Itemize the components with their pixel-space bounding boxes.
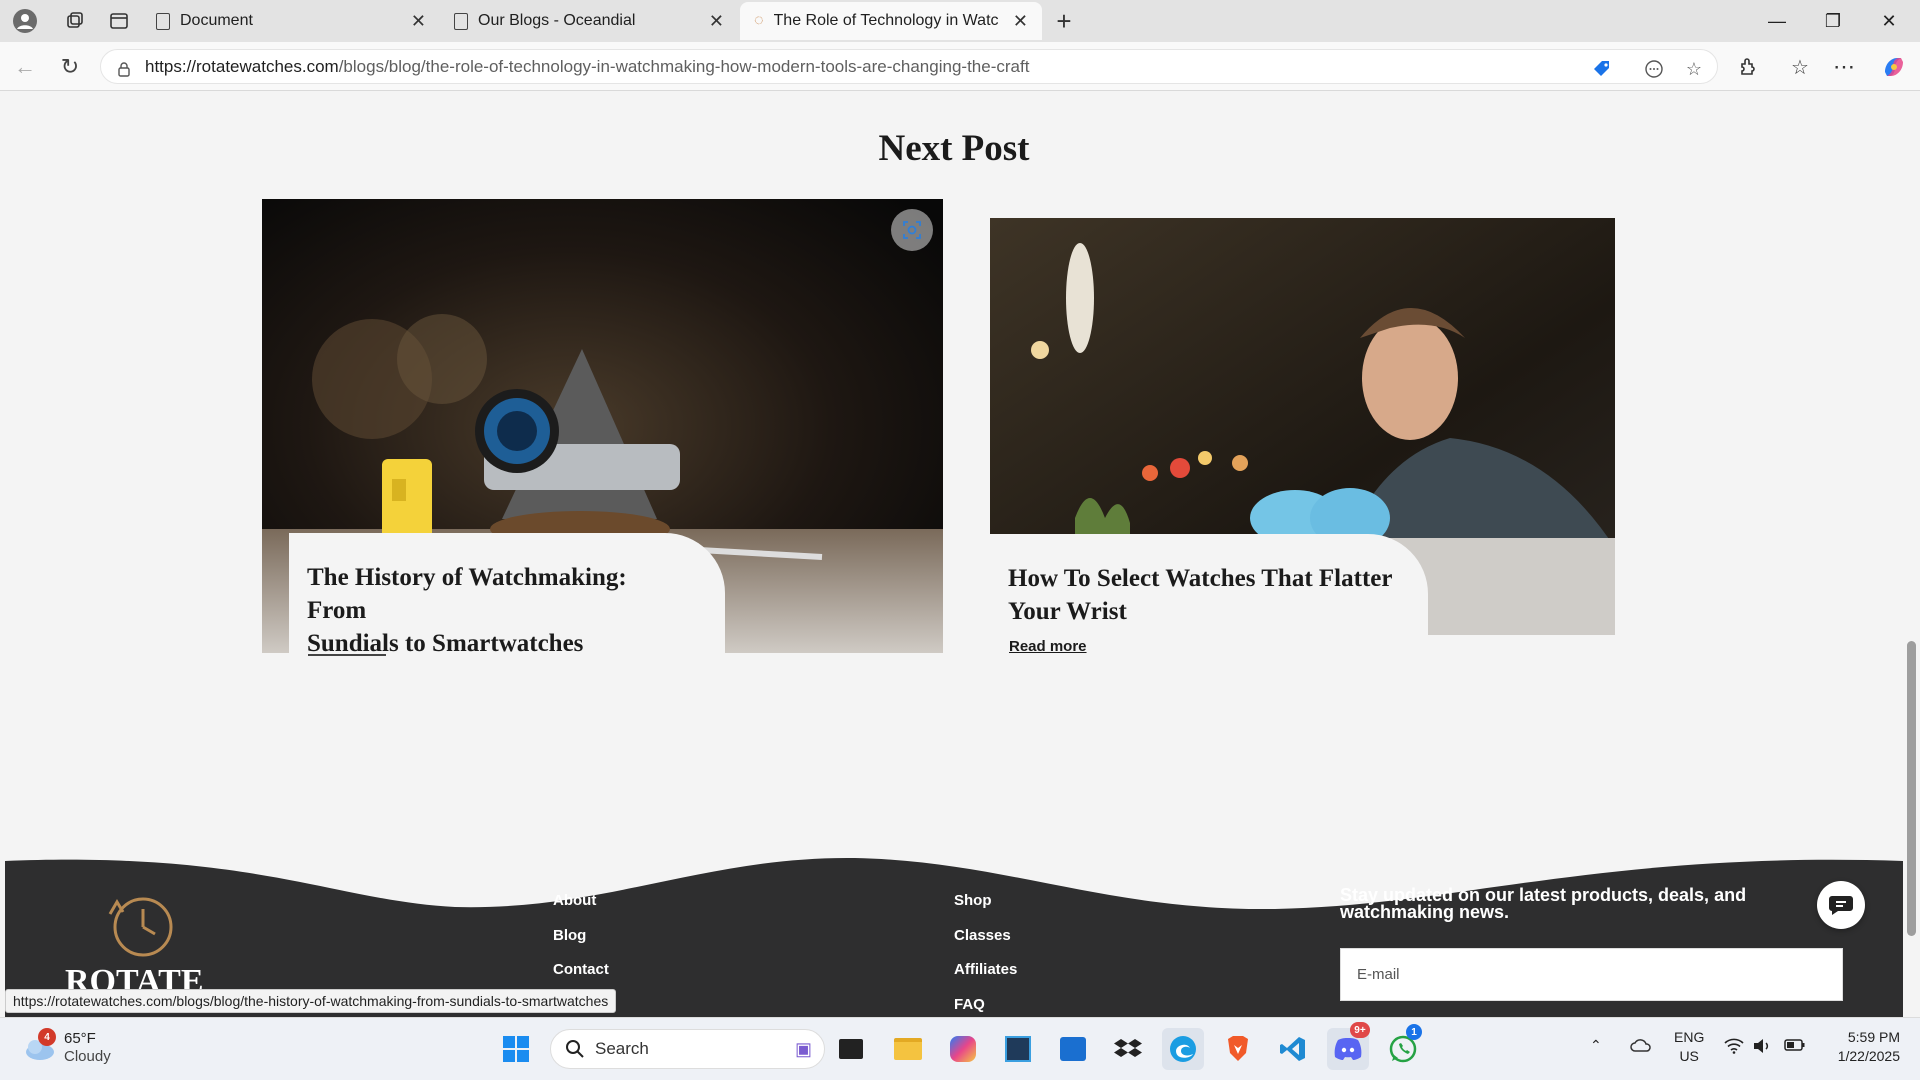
web-page: Next Post The History of Watchmaking: Fr… xyxy=(5,91,1903,1017)
onedrive-icon[interactable] xyxy=(1630,1038,1652,1057)
next-post-heading: Next Post xyxy=(878,128,1030,169)
new-tab-icon[interactable]: + xyxy=(1046,3,1082,39)
copilot-app-icon[interactable] xyxy=(942,1028,984,1070)
url-host: https://rotatewatches.com xyxy=(145,56,339,76)
extensions-icon[interactable] xyxy=(1732,51,1764,83)
wifi-icon[interactable] xyxy=(1724,1038,1744,1059)
footer-link-contact[interactable]: Contact xyxy=(553,961,609,978)
tab-bar: Document ✕ Our Blogs - Oceandial ✕ ◌ The… xyxy=(0,0,1920,42)
post-title-line: Your Wrist xyxy=(1008,598,1127,625)
tab-label: The Role of Technology in Watchm xyxy=(773,12,999,29)
close-icon[interactable]: ✕ xyxy=(1013,11,1028,32)
post-card-select-watches[interactable]: How To Select Watches That Flatter Your … xyxy=(990,218,1615,635)
profile-icon[interactable] xyxy=(7,3,43,39)
language-indicator[interactable]: ENG US xyxy=(1674,1028,1704,1066)
tab-actions-icon[interactable] xyxy=(101,3,137,39)
file-explorer-icon[interactable] xyxy=(887,1028,929,1070)
weather-widget[interactable]: 65°F Cloudy xyxy=(22,1030,111,1066)
workspaces-icon[interactable] xyxy=(57,3,93,39)
brave-browser-icon[interactable] xyxy=(1217,1028,1259,1070)
post-title[interactable]: The History of Watchmaking: From Sundial… xyxy=(307,561,691,653)
start-button[interactable] xyxy=(495,1028,537,1070)
footer-link-affiliates[interactable]: Affiliates xyxy=(954,961,1017,978)
shopping-tag-icon[interactable] xyxy=(1589,56,1615,82)
edge-browser-icon[interactable] xyxy=(1162,1028,1204,1070)
post-title-line: Sundials to Smartwatches xyxy=(307,630,584,653)
app-icon[interactable] xyxy=(997,1028,1039,1070)
footer-link-classes[interactable]: Classes xyxy=(954,927,1011,944)
whatsapp-badge: 1 xyxy=(1406,1024,1422,1040)
lang-line: ENG xyxy=(1674,1029,1705,1045)
footer-link-about[interactable]: About xyxy=(553,892,596,909)
site-info-icon[interactable] xyxy=(111,56,137,82)
clock-time: 5:59 PM xyxy=(1847,1029,1900,1045)
clock[interactable]: 5:59 PM 1/22/2025 xyxy=(1825,1028,1900,1066)
volume-icon[interactable] xyxy=(1752,1038,1772,1059)
tab-document[interactable]: Document ✕ xyxy=(142,2,440,40)
post-caption: How To Select Watches That Flatter Your … xyxy=(990,534,1428,635)
show-hidden-icons[interactable]: ⌃ xyxy=(1590,1036,1602,1055)
favorite-star-icon[interactable]: ☆ xyxy=(1681,56,1707,82)
chat-button[interactable] xyxy=(1817,881,1865,929)
more-options-icon[interactable]: ⋯ xyxy=(1828,51,1860,83)
read-more-underline xyxy=(308,654,386,656)
newsletter-heading: Stay updated on our latest products, dea… xyxy=(1340,886,1760,922)
discord-badge: 9+ xyxy=(1350,1022,1370,1038)
tab-label: Document xyxy=(180,12,253,29)
footer-link-faq[interactable]: FAQ xyxy=(954,996,985,1013)
tab-label: Our Blogs - Oceandial xyxy=(478,12,636,29)
windows-icon xyxy=(503,1036,529,1062)
post-card-history[interactable]: The History of Watchmaking: From Sundial… xyxy=(262,199,943,653)
clock-date: 1/22/2025 xyxy=(1837,1048,1900,1064)
vscode-icon[interactable] xyxy=(1272,1028,1314,1070)
weather-temp: 65°F xyxy=(64,1030,96,1047)
read-aloud-icon[interactable] xyxy=(1641,56,1667,82)
browser-chrome: Document ✕ Our Blogs - Oceandial ✕ ◌ The… xyxy=(0,0,1920,91)
url-path: /blogs/blog/the-role-of-technology-in-wa… xyxy=(338,56,1030,76)
tab-active-role-of-technology[interactable]: ◌ The Role of Technology in Watchm ✕ xyxy=(740,2,1042,40)
address-bar[interactable]: https://rotatewatches.com/blogs/blog/the… xyxy=(100,49,1718,84)
scrollbar-thumb[interactable] xyxy=(1907,641,1916,936)
microsoft-store-icon[interactable] xyxy=(1052,1028,1094,1070)
tab-oceandial[interactable]: Our Blogs - Oceandial ✕ xyxy=(440,2,738,40)
battery-icon[interactable] xyxy=(1784,1038,1806,1057)
footer-link-shop[interactable]: Shop xyxy=(954,892,992,909)
chat-icon xyxy=(1829,896,1853,915)
status-bar-url: https://rotatewatches.com/blogs/blog/the… xyxy=(5,989,617,1013)
loading-icon: ◌ xyxy=(754,12,764,29)
read-more-link[interactable]: Read more xyxy=(1009,638,1087,655)
close-icon[interactable]: ✕ xyxy=(411,11,426,32)
refresh-icon[interactable]: ↻ xyxy=(55,52,85,82)
document-icon xyxy=(454,12,468,30)
footer-link-blog[interactable]: Blog xyxy=(553,927,586,944)
dropbox-icon[interactable] xyxy=(1107,1028,1149,1070)
document-icon xyxy=(156,12,170,30)
task-view-icon[interactable] xyxy=(830,1028,872,1070)
back-icon[interactable]: ← xyxy=(10,52,40,82)
newsletter-line: watchmaking news. xyxy=(1340,902,1510,922)
favorites-icon[interactable]: ☆ xyxy=(1784,51,1816,83)
post-title-line: The History of Watchmaking: From xyxy=(307,564,627,624)
copilot-icon[interactable] xyxy=(1878,51,1910,83)
visual-search-icon[interactable] xyxy=(891,209,933,251)
taskbar: 65°F Cloudy 4 Search ▣ 9+ 1 ⌃ ENG US 5:5… xyxy=(0,1017,1920,1080)
search-highlight-icon: ▣ xyxy=(794,1038,812,1059)
weather-desc: Cloudy xyxy=(64,1048,111,1065)
post-title-line: How To Select Watches That Flatter xyxy=(1008,565,1393,592)
email-input[interactable]: E-mail xyxy=(1340,948,1843,1001)
minimize-icon[interactable]: — xyxy=(1750,0,1804,42)
address-row: ← ↻ https://rotatewatches.com/blogs/blog… xyxy=(0,42,1920,91)
weather-alert-badge: 4 xyxy=(38,1028,56,1046)
restore-icon[interactable]: ❐ xyxy=(1806,0,1860,42)
close-icon[interactable]: ✕ xyxy=(709,11,724,32)
page-scrollbar[interactable] xyxy=(1903,91,1920,1017)
taskbar-search[interactable]: Search ▣ xyxy=(550,1029,825,1069)
close-window-icon[interactable]: ✕ xyxy=(1862,0,1916,42)
post-caption: The History of Watchmaking: From Sundial… xyxy=(289,533,725,653)
search-icon xyxy=(566,1040,584,1058)
search-label: Search xyxy=(595,1039,649,1058)
lang-line: US xyxy=(1679,1048,1699,1064)
post-title[interactable]: How To Select Watches That Flatter Your … xyxy=(1008,562,1394,628)
